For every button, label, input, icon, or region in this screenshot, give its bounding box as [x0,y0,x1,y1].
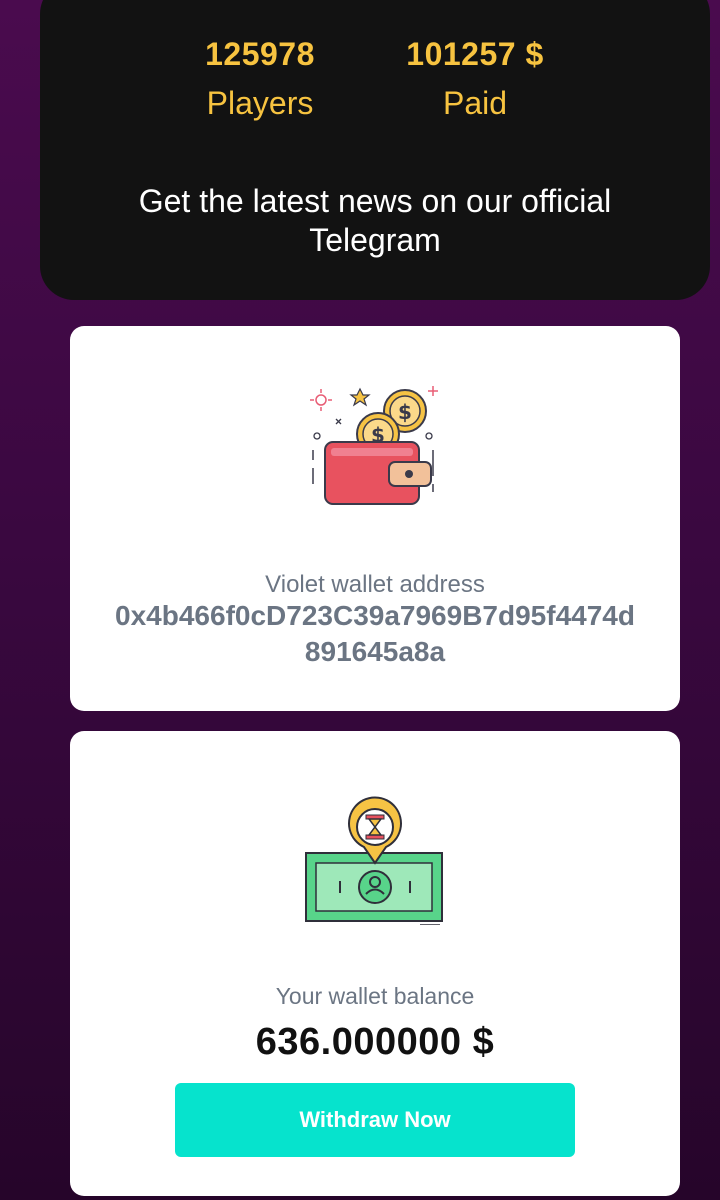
wallet-address-label: Violet wallet address [265,571,485,598]
stats-panel: 125978 Players 101257 $ Paid Get the lat… [40,0,710,300]
wallet-with-coins-icon: $ $ [310,386,438,505]
players-count: 125978 [205,36,315,72]
wallet-balance-card: Your wallet balance 636.000000 $ Withdra… [70,731,680,1196]
wallet-address-card: $ $ Violet wallet address 0x4b466f0cD723… [70,326,680,711]
paid-stat: 101257 $ Paid [375,36,575,122]
telegram-news-link[interactable]: Get the latest news on our official Tele… [90,182,660,260]
paid-amount: 101257 $ [406,36,544,72]
players-stat: 125978 Players [180,36,340,122]
withdraw-now-button[interactable]: Withdraw Now [175,1083,575,1157]
wallet-balance-value: 636.000000 $ [255,1021,495,1063]
paid-label: Paid [442,85,508,121]
banknote-hourglass-icon [305,796,443,925]
players-label: Players [206,85,314,121]
svg-text:$: $ [398,400,412,424]
wallet-address-value[interactable]: 0x4b466f0cD723C39a7969B7d95f4474d891645a… [110,598,640,670]
wallet-balance-label: Your wallet balance [275,983,475,1009]
